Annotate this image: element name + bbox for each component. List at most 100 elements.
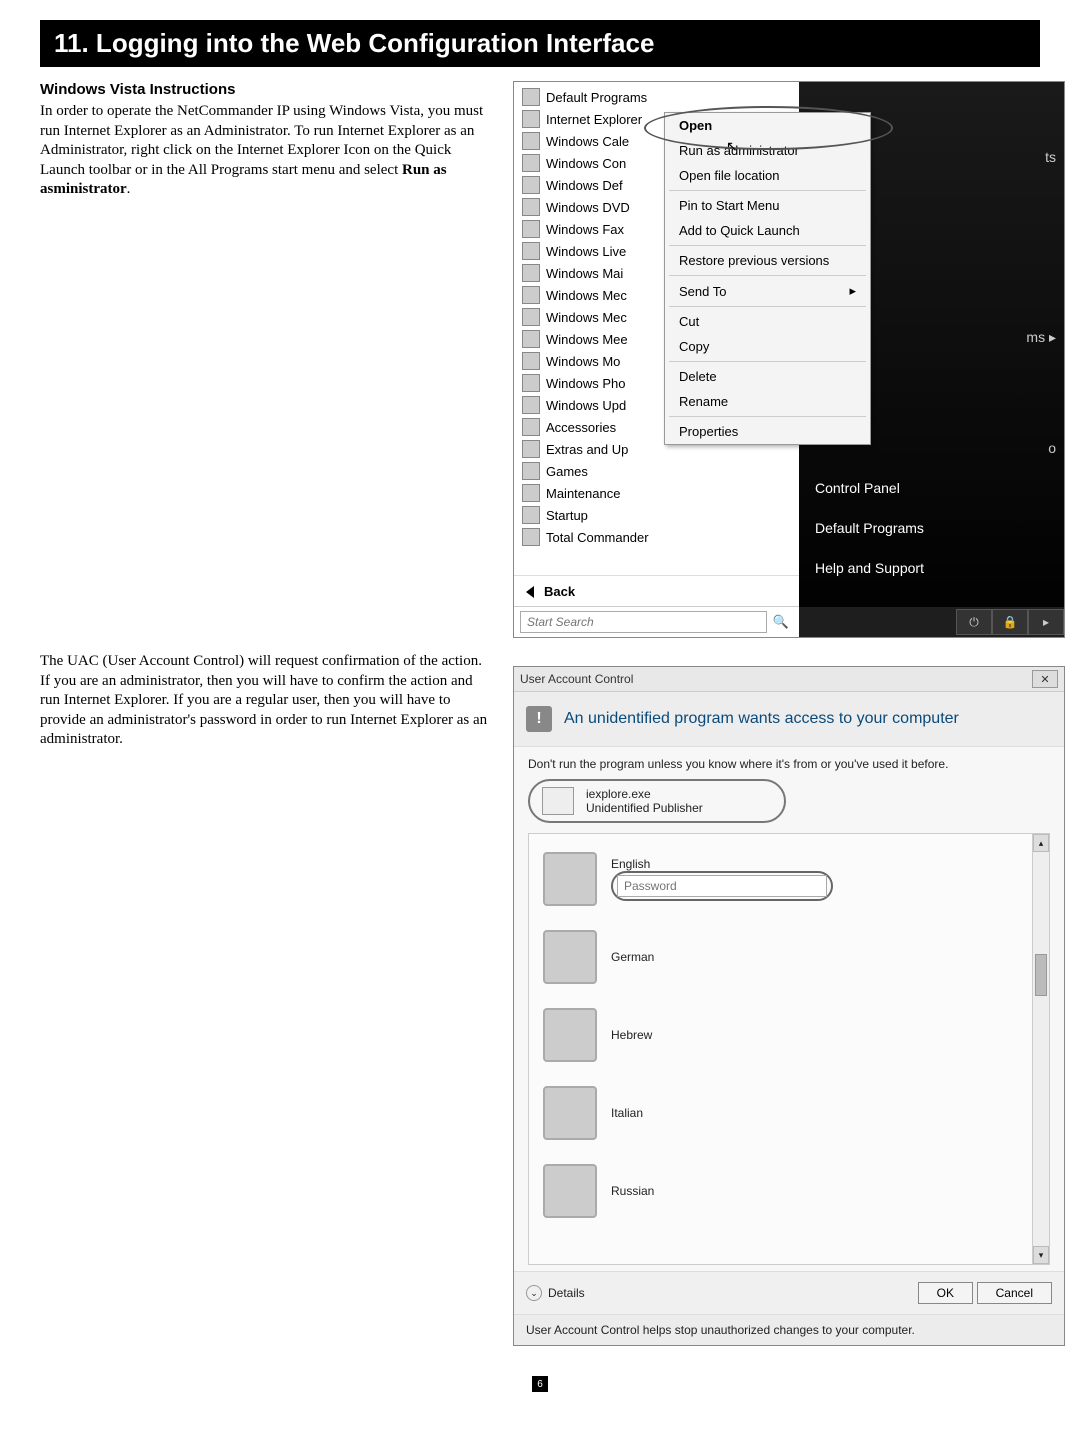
back-button[interactable]: Back (514, 575, 799, 607)
context-menu-item[interactable]: Delete (665, 364, 870, 389)
program-icon (522, 88, 540, 106)
program-item[interactable]: Maintenance (514, 482, 799, 504)
program-icon (522, 308, 540, 326)
context-menu-label: Open (679, 118, 712, 133)
context-menu-item[interactable]: Restore previous versions (665, 248, 870, 273)
back-label: Back (544, 584, 575, 599)
context-menu-item[interactable]: Open file location (665, 163, 870, 188)
program-label: Games (546, 464, 588, 479)
program-item[interactable]: Games (514, 460, 799, 482)
program-icon (522, 264, 540, 282)
user-name: Hebrew (611, 1028, 652, 1042)
program-icon (522, 110, 540, 128)
user-account-item[interactable]: English (537, 840, 1041, 918)
default-programs-link[interactable]: Default Programs (799, 508, 1064, 548)
program-label: Windows DVD (546, 200, 630, 215)
power-button[interactable]: ⏻ (956, 609, 992, 635)
program-icon (522, 374, 540, 392)
program-label: Windows Cale (546, 134, 629, 149)
user-account-item[interactable]: Russian (537, 1152, 1041, 1230)
program-label: Windows Live (546, 244, 626, 259)
program-label: Windows Mee (546, 332, 628, 347)
details-label: Details (548, 1286, 585, 1300)
program-icon (522, 220, 540, 238)
uac-footer-text: User Account Control helps stop unauthor… (514, 1314, 1064, 1345)
control-panel-link[interactable]: Control Panel (799, 468, 1064, 508)
program-label: Total Commander (546, 530, 649, 545)
start-search-input[interactable] (520, 611, 767, 633)
back-arrow-icon (526, 586, 534, 598)
context-menu-label: Restore previous versions (679, 253, 829, 268)
context-menu-label: Pin to Start Menu (679, 198, 779, 213)
scroll-up-icon[interactable]: ▴ (1033, 834, 1049, 852)
program-icon (522, 132, 540, 150)
context-menu-item[interactable]: Properties (665, 419, 870, 444)
context-menu-item[interactable]: Rename (665, 389, 870, 414)
program-item[interactable]: Default Programs (514, 86, 799, 108)
program-item[interactable]: Startup (514, 504, 799, 526)
start-menu-screenshot: Default Programs Internet Explorer Windows… (513, 81, 1065, 638)
context-menu-label: Delete (679, 369, 717, 384)
user-account-item[interactable]: Italian (537, 1074, 1041, 1152)
ok-button[interactable]: OK (918, 1282, 973, 1304)
close-button[interactable]: ✕ (1032, 670, 1058, 688)
program-label: Windows Def (546, 178, 623, 193)
program-label: Windows Mec (546, 310, 627, 325)
program-icon (522, 528, 540, 546)
section-title: 11. Logging into the Web Configuration I… (40, 20, 1040, 67)
context-menu-label: Cut (679, 314, 699, 329)
shutdown-options-button[interactable]: ▸ (1028, 609, 1064, 635)
program-item[interactable]: Total Commander (514, 526, 799, 548)
context-menu: Open Run as administrator Open file locati… (664, 112, 871, 445)
cancel-button[interactable]: Cancel (977, 1282, 1052, 1304)
program-publisher: Unidentified Publisher (586, 801, 703, 815)
uac-paragraph: The UAC (User Account Control) will requ… (40, 652, 495, 750)
avatar (543, 1008, 597, 1062)
program-icon (522, 242, 540, 260)
user-accounts-panel: EnglishGerman Hebrew ItalianRussian ▴ ▾ (528, 833, 1050, 1265)
program-info-annotation: iexplore.exe Unidentified Publisher (528, 779, 786, 823)
search-icon: 🔍 (773, 614, 789, 630)
scrollbar[interactable]: ▴ ▾ (1032, 834, 1049, 1264)
chevron-down-icon: ⌄ (526, 1285, 542, 1301)
password-input[interactable] (617, 875, 827, 897)
context-menu-item[interactable]: Send To ▸ (665, 278, 870, 304)
context-menu-label: Copy (679, 339, 709, 354)
program-name: iexplore.exe (586, 787, 703, 801)
details-toggle[interactable]: ⌄ Details (526, 1285, 585, 1301)
user-account-item[interactable]: German (537, 918, 1041, 996)
avatar (543, 852, 597, 906)
scroll-thumb[interactable] (1035, 954, 1047, 996)
program-icon (522, 396, 540, 414)
context-menu-label: Send To (679, 284, 726, 299)
password-annotation (611, 871, 833, 901)
para-text-b: . (127, 181, 131, 197)
program-icon (522, 484, 540, 502)
context-menu-label: Open file location (679, 168, 779, 183)
context-menu-item[interactable]: Run as administrator (665, 138, 870, 163)
user-account-item[interactable]: Hebrew (537, 996, 1041, 1074)
uac-window-title: User Account Control (520, 672, 633, 686)
program-label: Startup (546, 508, 588, 523)
context-menu-item[interactable]: Copy (665, 334, 870, 359)
program-label: Maintenance (546, 486, 620, 501)
program-label: Accessories (546, 420, 616, 435)
context-menu-item[interactable]: Add to Quick Launch (665, 218, 870, 243)
program-icon (522, 462, 540, 480)
program-icon (522, 286, 540, 304)
context-menu-label: Add to Quick Launch (679, 223, 800, 238)
program-icon (522, 176, 540, 194)
context-menu-item[interactable]: Cut (665, 309, 870, 334)
submenu-arrow-icon: ▸ (849, 283, 856, 299)
context-menu-item[interactable]: Open (665, 113, 870, 138)
context-menu-label: Rename (679, 394, 728, 409)
context-menu-item[interactable]: Pin to Start Menu (665, 193, 870, 218)
program-label: Default Programs (546, 90, 647, 105)
help-support-link[interactable]: Help and Support (799, 548, 1064, 588)
lock-button[interactable]: 🔒 (992, 609, 1028, 635)
avatar (543, 1164, 597, 1218)
program-label: Internet Explorer (546, 112, 642, 127)
scroll-down-icon[interactable]: ▾ (1033, 1246, 1049, 1264)
context-menu-label: Run as administrator (679, 143, 799, 158)
context-menu-label: Properties (679, 424, 738, 439)
